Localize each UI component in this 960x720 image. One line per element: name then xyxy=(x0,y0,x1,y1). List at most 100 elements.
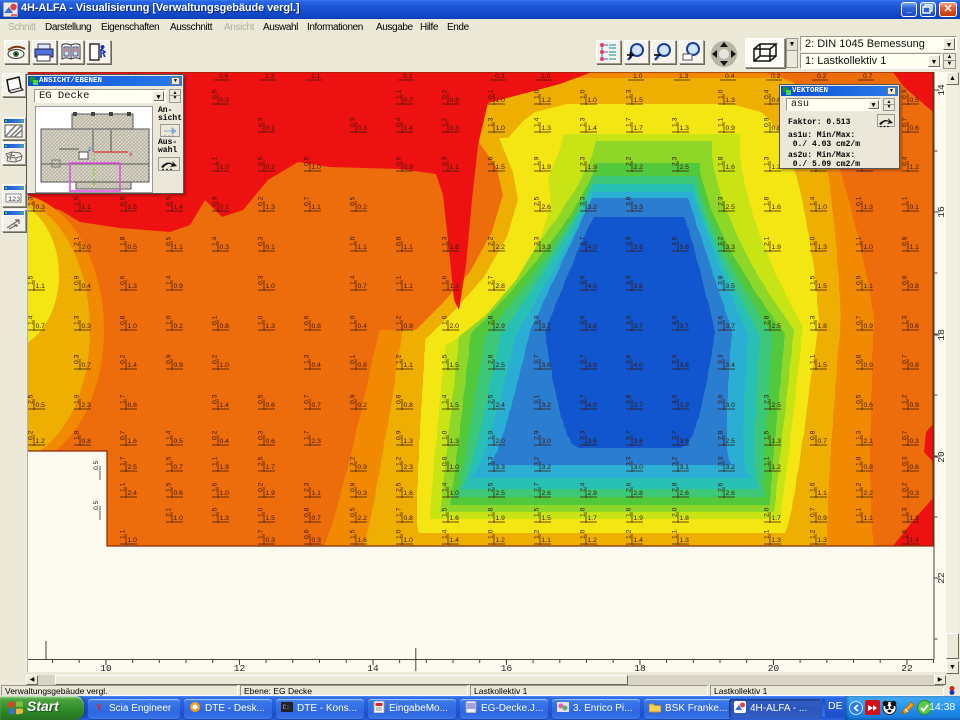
svg-text:1.5: 1.5 xyxy=(74,196,81,206)
svg-text:1.1: 1.1 xyxy=(82,204,92,211)
svg-text:1.1: 1.1 xyxy=(404,283,414,290)
svg-text:0.9: 0.9 xyxy=(358,464,368,471)
svg-text:1.1: 1.1 xyxy=(902,196,909,206)
svg-text:0.9: 0.9 xyxy=(764,117,771,127)
svg-text:2.5: 2.5 xyxy=(488,394,495,404)
svg-text:4.0: 4.0 xyxy=(672,394,679,404)
svg-text:2.5: 2.5 xyxy=(772,402,782,409)
svg-text:2.5: 2.5 xyxy=(128,464,138,471)
svg-text:3.2: 3.2 xyxy=(672,456,679,466)
svg-text:1.9: 1.9 xyxy=(74,394,81,404)
svg-text:1.3: 1.3 xyxy=(580,117,587,127)
svg-text:3.0: 3.0 xyxy=(718,394,725,404)
svg-text:1.0: 1.0 xyxy=(534,89,541,99)
svg-text:1.4: 1.4 xyxy=(442,394,449,404)
svg-text:1.3: 1.3 xyxy=(220,515,230,522)
svg-text:1.2: 1.2 xyxy=(902,394,909,404)
svg-text:1.7: 1.7 xyxy=(634,125,644,132)
svg-text:1.4: 1.4 xyxy=(588,125,598,132)
svg-text:0.2: 0.2 xyxy=(771,73,781,80)
svg-text:1.5: 1.5 xyxy=(350,529,357,539)
svg-text:1.6: 1.6 xyxy=(902,529,909,539)
svg-text:0.1: 0.1 xyxy=(488,89,495,99)
svg-text:2.9: 2.9 xyxy=(496,323,506,330)
svg-text:2.8: 2.8 xyxy=(496,283,506,290)
svg-text:0.7: 0.7 xyxy=(810,507,817,517)
svg-text:4.0: 4.0 xyxy=(588,244,598,251)
svg-text:0.6: 0.6 xyxy=(219,73,229,80)
svg-text:2.4: 2.4 xyxy=(580,482,587,492)
svg-text:0.9: 0.9 xyxy=(864,362,874,369)
svg-text:1.7: 1.7 xyxy=(266,464,276,471)
svg-text:1.1: 1.1 xyxy=(404,362,414,369)
svg-text:2.1: 2.1 xyxy=(74,236,81,246)
svg-text:z: z xyxy=(88,146,92,153)
svg-text:3.7: 3.7 xyxy=(626,430,633,440)
svg-text:1.1: 1.1 xyxy=(542,537,552,544)
svg-text:1.5: 1.5 xyxy=(442,354,449,364)
svg-text:0.5: 0.5 xyxy=(128,244,138,251)
svg-text:2.8: 2.8 xyxy=(488,315,495,325)
svg-text:1.0: 1.0 xyxy=(220,362,230,369)
svg-text:1.3: 1.3 xyxy=(680,125,690,132)
svg-text:2.0: 2.0 xyxy=(764,507,771,517)
svg-text:1.4: 1.4 xyxy=(166,275,173,285)
svg-text:1.3: 1.3 xyxy=(680,537,690,544)
svg-text:0.7: 0.7 xyxy=(82,362,92,369)
svg-text:3.9: 3.9 xyxy=(680,402,690,409)
svg-text:1.9: 1.9 xyxy=(588,164,598,171)
svg-text:1.4: 1.4 xyxy=(534,117,541,127)
svg-text:0.8: 0.8 xyxy=(128,402,138,409)
svg-text:1.3: 1.3 xyxy=(726,97,736,104)
svg-text:1.5: 1.5 xyxy=(818,362,828,369)
svg-text:1.9: 1.9 xyxy=(534,156,541,166)
svg-text:0.9: 0.9 xyxy=(396,430,403,440)
svg-text:1.3: 1.3 xyxy=(764,156,771,166)
svg-text:1.0: 1.0 xyxy=(396,529,403,539)
svg-text:0.1: 0.1 xyxy=(266,244,276,251)
svg-text:1.2: 1.2 xyxy=(36,438,46,445)
svg-text:0.7: 0.7 xyxy=(304,394,311,404)
svg-text:2.5: 2.5 xyxy=(726,204,736,211)
svg-text:1.5: 1.5 xyxy=(810,275,817,285)
svg-text:3.7: 3.7 xyxy=(634,402,644,409)
svg-text:3.2: 3.2 xyxy=(726,464,736,471)
svg-text:0.6: 0.6 xyxy=(304,315,311,325)
svg-text:0.8: 0.8 xyxy=(902,275,909,285)
svg-text:3.3: 3.3 xyxy=(534,236,541,246)
svg-text:1.0: 1.0 xyxy=(580,529,587,539)
svg-text:1.0: 1.0 xyxy=(864,244,874,251)
svg-text:2.4: 2.4 xyxy=(128,490,138,497)
svg-text:4.0: 4.0 xyxy=(588,402,598,409)
svg-text:1.1: 1.1 xyxy=(864,515,874,522)
svg-text:1.3: 1.3 xyxy=(450,438,460,445)
svg-text:2.5: 2.5 xyxy=(258,456,265,466)
svg-text:0.8: 0.8 xyxy=(910,362,920,369)
svg-text:0.6: 0.6 xyxy=(266,438,276,445)
svg-text:1.8: 1.8 xyxy=(680,515,690,522)
svg-text:1.3: 1.3 xyxy=(902,507,909,517)
svg-text:1.3: 1.3 xyxy=(679,73,689,80)
svg-text:0.3: 0.3 xyxy=(350,117,357,127)
svg-text:1.7: 1.7 xyxy=(120,456,127,466)
svg-text:1.1: 1.1 xyxy=(810,354,817,364)
svg-text:1.6: 1.6 xyxy=(772,204,782,211)
svg-text:1.4: 1.4 xyxy=(220,402,230,409)
svg-text:1.1: 1.1 xyxy=(120,482,127,492)
svg-text:1.4: 1.4 xyxy=(350,275,357,285)
svg-text:0.8: 0.8 xyxy=(810,430,817,440)
svg-text:0.9: 0.9 xyxy=(726,125,736,132)
svg-text:1.8: 1.8 xyxy=(488,507,495,517)
svg-text:0.1: 0.1 xyxy=(220,204,230,211)
svg-text:3.2: 3.2 xyxy=(588,204,598,211)
svg-text:0.3: 0.3 xyxy=(82,323,92,330)
svg-text:0.8: 0.8 xyxy=(404,515,414,522)
svg-text:0.3: 0.3 xyxy=(358,490,368,497)
svg-text:1.7: 1.7 xyxy=(626,117,633,127)
svg-text:0.7: 0.7 xyxy=(36,323,46,330)
svg-text:0.9: 0.9 xyxy=(350,394,357,404)
svg-text:0.8: 0.8 xyxy=(864,464,874,471)
svg-text:0.8: 0.8 xyxy=(450,97,460,104)
svg-text:2.5: 2.5 xyxy=(496,490,506,497)
svg-text:0.9: 0.9 xyxy=(174,362,184,369)
